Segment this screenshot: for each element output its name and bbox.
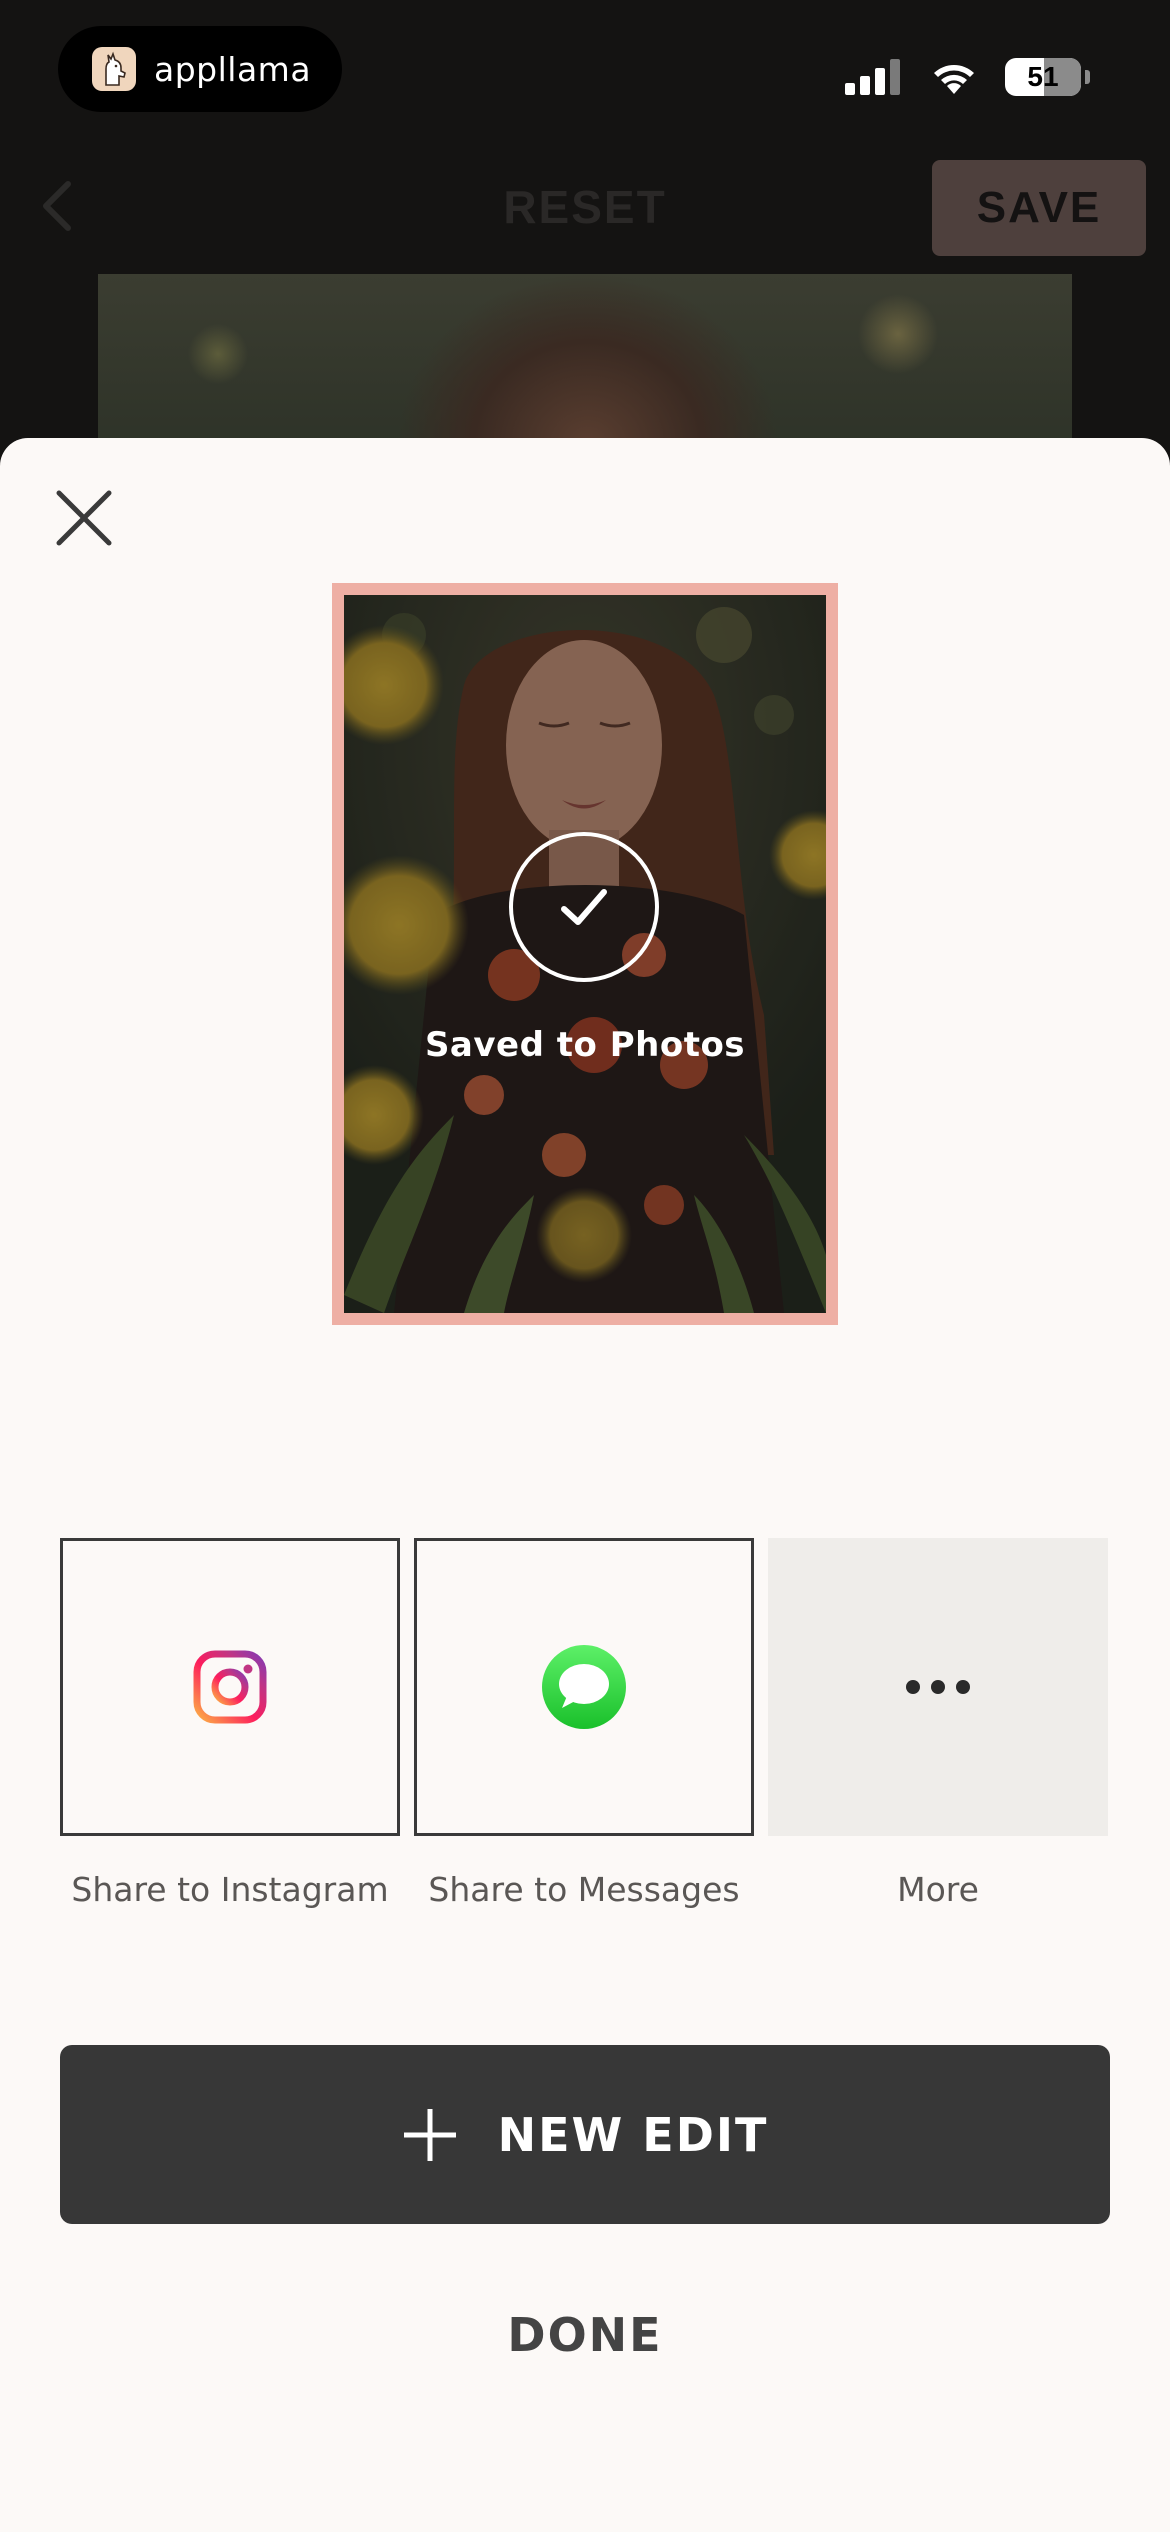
check-icon — [561, 889, 607, 925]
llama-logo-icon — [92, 47, 136, 91]
new-edit-label: NEW EDIT — [497, 2107, 769, 2162]
saved-to-photos-label: Saved to Photos — [424, 1025, 746, 1065]
new-edit-button[interactable]: NEW EDIT — [60, 2045, 1110, 2224]
editor-photo-canvas — [98, 274, 1072, 444]
app-name: appllama — [154, 49, 312, 89]
instagram-icon — [193, 1650, 267, 1724]
share-sheet: Saved to Photos Share to Instagram Share… — [0, 438, 1170, 2532]
saved-checkmark — [509, 832, 659, 982]
share-messages-button[interactable] — [414, 1538, 754, 1836]
more-icon — [906, 1680, 970, 1694]
saved-photo-preview: Saved to Photos — [332, 583, 838, 1325]
done-button[interactable]: DONE — [0, 2308, 1170, 2362]
share-messages-option[interactable]: Share to Messages — [414, 1538, 754, 1909]
battery-cap — [1085, 70, 1090, 84]
battery-indicator: 51 — [1005, 58, 1081, 96]
close-button[interactable] — [54, 488, 114, 548]
plus-icon — [403, 2108, 456, 2161]
share-instagram-option[interactable]: Share to Instagram — [60, 1538, 400, 1909]
close-icon — [56, 490, 112, 546]
share-instagram-button[interactable] — [60, 1538, 400, 1836]
share-messages-label: Share to Messages — [428, 1870, 740, 1909]
save-button[interactable]: SAVE — [932, 160, 1146, 256]
editor-header: RESET SAVE — [0, 150, 1170, 266]
messages-icon — [542, 1645, 626, 1729]
more-option[interactable]: More — [768, 1538, 1108, 1909]
battery-percent: 51 — [1027, 61, 1059, 92]
cellular-signal-icon — [845, 59, 900, 95]
share-instagram-label: Share to Instagram — [71, 1870, 389, 1909]
status-bar: appllama 51 — [0, 0, 1170, 140]
saved-photo: Saved to Photos — [344, 595, 826, 1313]
more-label: More — [897, 1870, 979, 1909]
wifi-icon — [934, 65, 974, 94]
more-button[interactable] — [768, 1538, 1108, 1836]
app-badge: appllama — [58, 26, 342, 112]
